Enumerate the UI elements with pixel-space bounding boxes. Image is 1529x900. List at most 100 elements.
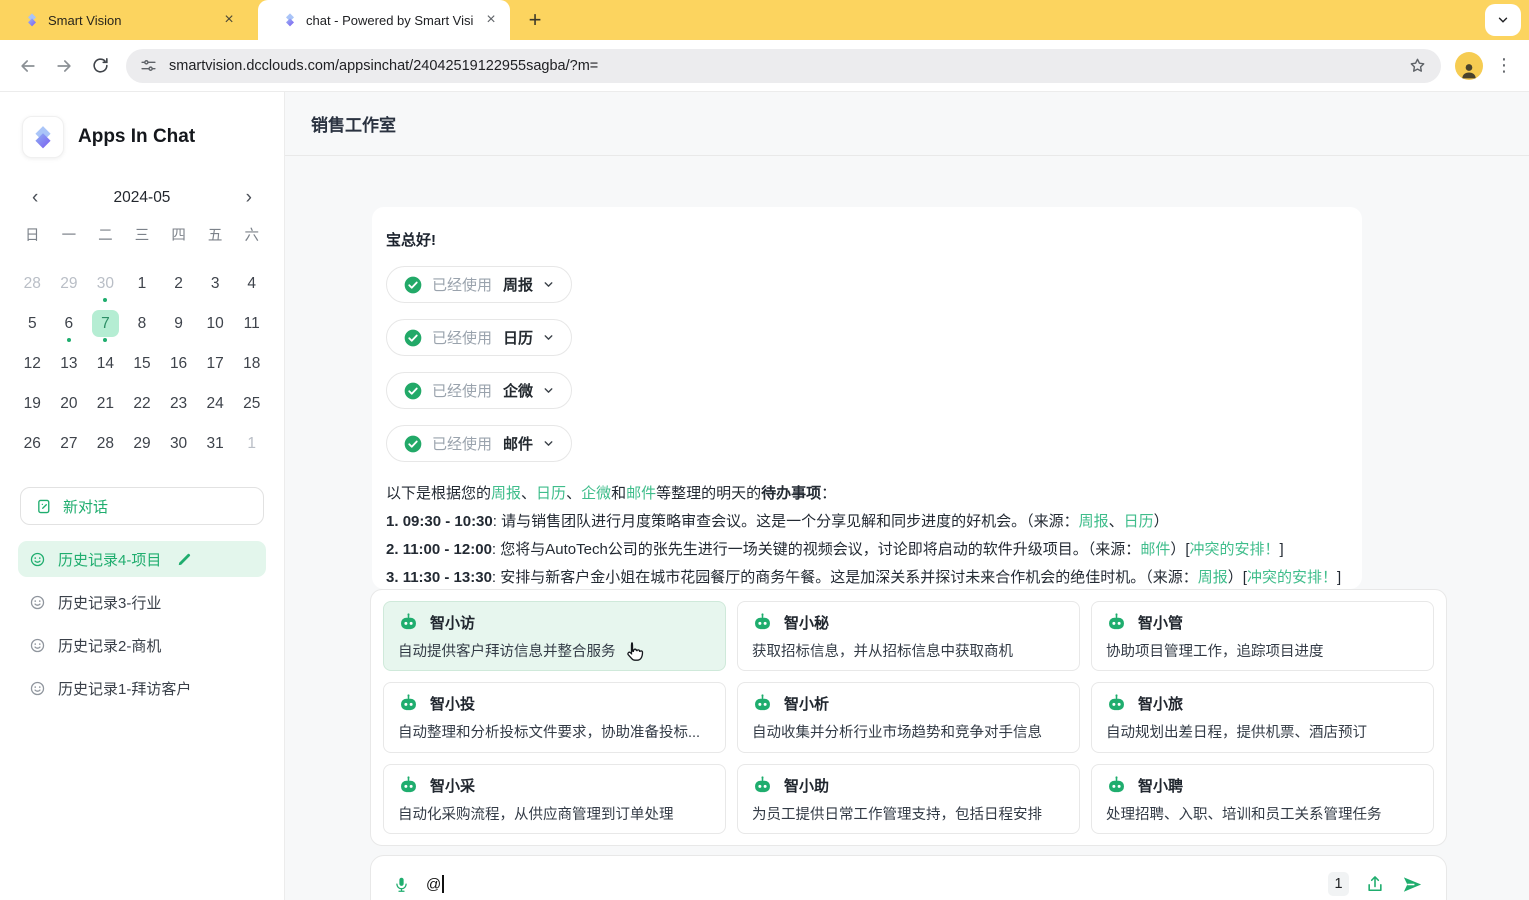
agent-card[interactable]: 智小访 自动提供客户拜访信息并整合服务: [383, 601, 726, 671]
calendar-day[interactable]: 23: [160, 383, 197, 423]
calendar-day[interactable]: 7: [87, 303, 124, 343]
calendar-day[interactable]: 17: [197, 343, 234, 383]
calendar-next-button[interactable]: ›: [240, 186, 258, 209]
calendar-day[interactable]: 25: [233, 383, 270, 423]
chat-smiley-icon: [29, 680, 46, 697]
send-icon[interactable]: [1401, 873, 1424, 896]
agent-card[interactable]: 智小旅 自动规划出差日程，提供机票、酒店预订: [1091, 682, 1434, 752]
bookmark-star-icon[interactable]: [1408, 56, 1427, 75]
used-tool-prefix: 已经使用: [432, 433, 492, 454]
tab-smart-vision[interactable]: Smart Vision ×: [0, 0, 248, 40]
calendar-day[interactable]: 28: [87, 423, 124, 463]
calendar-day[interactable]: 24: [197, 383, 234, 423]
agent-card-header: 智小聘: [1106, 775, 1419, 796]
microphone-icon[interactable]: [393, 874, 410, 895]
agent-card[interactable]: 智小助 为员工提供日常工作管理支持，包括日程安排: [737, 764, 1080, 834]
calendar-day[interactable]: 20: [51, 383, 88, 423]
back-button[interactable]: [10, 48, 46, 84]
calendar-day[interactable]: 14: [87, 343, 124, 383]
history-item-label: 历史记录2-商机: [58, 635, 161, 656]
calendar-day[interactable]: 26: [14, 423, 51, 463]
used-tool-button[interactable]: 已经使用 邮件: [386, 425, 572, 462]
message-input-bar[interactable]: @ 1: [370, 855, 1447, 900]
url-text[interactable]: smartvision.dcclouds.com/appsinchat/2404…: [169, 58, 1396, 74]
history-item[interactable]: 历史记录4-项目: [18, 541, 266, 577]
robot-icon: [398, 775, 419, 796]
calendar-day[interactable]: 31: [197, 423, 234, 463]
calendar-prev-button[interactable]: ‹: [26, 186, 44, 209]
calendar-day[interactable]: 5: [14, 303, 51, 343]
agent-name: 智小秘: [784, 612, 829, 633]
used-tool-button[interactable]: 已经使用 周报: [386, 266, 572, 303]
calendar-day[interactable]: 10: [197, 303, 234, 343]
history-item[interactable]: 历史记录3-行业: [18, 584, 266, 620]
url-bar[interactable]: smartvision.dcclouds.com/appsinchat/2404…: [126, 49, 1441, 83]
tab-close-icon[interactable]: ×: [482, 11, 500, 29]
calendar-day[interactable]: 21: [87, 383, 124, 423]
agent-name: 智小聘: [1138, 775, 1183, 796]
message-input[interactable]: @: [426, 875, 444, 893]
new-chat-button[interactable]: 新对话: [20, 487, 264, 525]
calendar-day[interactable]: 29: [51, 263, 88, 303]
used-tool-button[interactable]: 已经使用 日历: [386, 319, 572, 356]
upload-icon[interactable]: [1365, 874, 1385, 894]
calendar-day[interactable]: 9: [160, 303, 197, 343]
site-info-icon[interactable]: [140, 57, 157, 74]
agent-card-header: 智小访: [398, 612, 711, 633]
todo-intro: 以下是根据您的周报、日历、企微和邮件等整理的明天的待办事项：: [386, 480, 1348, 508]
calendar-day[interactable]: 3: [197, 263, 234, 303]
calendar-day[interactable]: 19: [14, 383, 51, 423]
edit-pencil-icon[interactable]: [177, 552, 192, 567]
event-dot: [67, 338, 71, 342]
compose-icon: [36, 498, 53, 515]
calendar-day[interactable]: 22: [124, 383, 161, 423]
agent-name: 智小析: [784, 693, 829, 714]
history-item[interactable]: 历史记录2-商机: [18, 627, 266, 663]
forward-button[interactable]: [46, 48, 82, 84]
browser-menu-button[interactable]: ⋮: [1489, 55, 1519, 76]
agent-card[interactable]: 智小聘 处理招聘、入职、培训和员工关系管理任务: [1091, 764, 1434, 834]
agent-card[interactable]: 智小析 自动收集并分析行业市场趋势和竞争对手信息: [737, 682, 1080, 752]
calendar-day[interactable]: 4: [233, 263, 270, 303]
calendar-day[interactable]: 30: [160, 423, 197, 463]
history-item[interactable]: 历史记录1-拜访客户: [18, 670, 266, 706]
counter-badge: 1: [1328, 872, 1349, 896]
new-tab-button[interactable]: +: [520, 5, 550, 35]
agent-card[interactable]: 智小秘 获取招标信息，并从招标信息中获取商机: [737, 601, 1080, 671]
calendar-day[interactable]: 28: [14, 263, 51, 303]
agent-card[interactable]: 智小管 协助项目管理工作，追踪项目进度: [1091, 601, 1434, 671]
calendar-day[interactable]: 18: [233, 343, 270, 383]
reload-button[interactable]: [82, 48, 118, 84]
calendar-day[interactable]: 30: [87, 263, 124, 303]
calendar-day[interactable]: 29: [124, 423, 161, 463]
calendar-day[interactable]: 15: [124, 343, 161, 383]
agent-description: 为员工提供日常工作管理支持，包括日程安排: [752, 803, 1065, 824]
agent-card[interactable]: 智小投 自动整理和分析投标文件要求，协助准备投标...: [383, 682, 726, 752]
calendar-day[interactable]: 12: [14, 343, 51, 383]
tab-title: chat - Powered by Smart Visi: [306, 13, 474, 28]
calendar-day[interactable]: 6: [51, 303, 88, 343]
tab-chat-active[interactable]: chat - Powered by Smart Visi ×: [258, 0, 510, 40]
assistant-message-card: 宝总好! 已经使用 周报 已经使用 日历 已经使用 企微 已经使用 邮件 以下是…: [372, 207, 1362, 589]
calendar-day[interactable]: 1: [233, 423, 270, 463]
calendar-day[interactable]: 16: [160, 343, 197, 383]
profile-avatar[interactable]: [1455, 52, 1483, 80]
calendar-day[interactable]: 27: [51, 423, 88, 463]
used-tool-button[interactable]: 已经使用 企微: [386, 372, 572, 409]
agent-card[interactable]: 智小采 自动化采购流程，从供应商管理到订单处理: [383, 764, 726, 834]
chat-area: 宝总好! 已经使用 周报 已经使用 日历 已经使用 企微 已经使用 邮件 以下是…: [285, 156, 1529, 900]
calendar-day[interactable]: 8: [124, 303, 161, 343]
tab-search-button[interactable]: [1485, 4, 1521, 36]
chevron-down-icon: [542, 331, 555, 344]
calendar-day[interactable]: 13: [51, 343, 88, 383]
calendar-day[interactable]: 2: [160, 263, 197, 303]
tab-close-icon[interactable]: ×: [220, 11, 238, 29]
check-circle-icon: [403, 328, 423, 348]
agent-card-header: 智小析: [752, 693, 1065, 714]
chevron-down-icon: [542, 278, 555, 291]
new-chat-label: 新对话: [63, 496, 108, 517]
agent-card-header: 智小旅: [1106, 693, 1419, 714]
calendar-day[interactable]: 11: [233, 303, 270, 343]
calendar-day[interactable]: 1: [124, 263, 161, 303]
favicon-diamond-icon: [282, 12, 298, 28]
